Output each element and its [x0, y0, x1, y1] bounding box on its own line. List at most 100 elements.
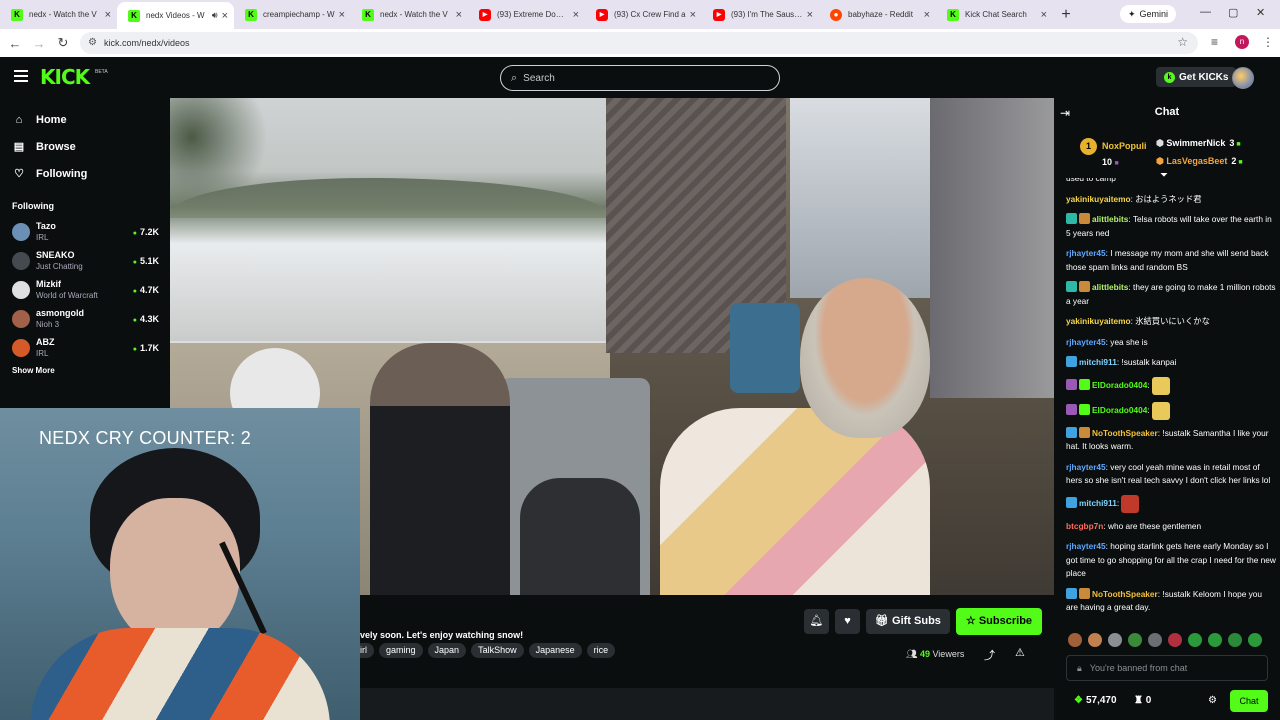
chat-username[interactable]: rjhayter45 — [1066, 248, 1106, 258]
chat-username[interactable]: btcgbp7n — [1066, 521, 1103, 531]
browser-tab[interactable]: Knedx - Watch the V × — [351, 0, 468, 29]
gift-subs-button[interactable]: 🎁︎ Gift Subs — [866, 609, 950, 634]
sidebar-item-browse[interactable]: ▤ Browse — [0, 133, 170, 160]
gemini-button[interactable]: ✦ Gemini — [1120, 5, 1177, 23]
chat-username[interactable]: yakinikuyaitemo — [1066, 194, 1131, 204]
chat-message: alittlebits: Telsa robots will take over… — [1066, 213, 1272, 238]
maximize-button[interactable]: ▢ — [1228, 6, 1238, 19]
browser-tab[interactable]: ▶ (93) Cx Crew Find a × — [585, 0, 702, 29]
leaderboard-first[interactable]: 1 NoxPopuli 10 ■ — [1080, 138, 1147, 171]
followed-channel[interactable]: ABZIRL1.7K — [0, 333, 170, 362]
emote-icon[interactable] — [1168, 633, 1182, 647]
chat-username[interactable]: NoToothSpeaker — [1092, 428, 1158, 438]
emote-icon[interactable] — [1248, 633, 1262, 647]
forward-icon[interactable]: → — [27, 36, 51, 51]
chat-username[interactable]: rjhayter45 — [1066, 337, 1106, 347]
tab-audio-icon[interactable]: 🔊︎ — [212, 10, 218, 21]
emote-icon[interactable] — [1228, 633, 1242, 647]
close-window-button[interactable]: ✕ — [1256, 6, 1265, 19]
chat-input-banned: 🔒︎ You're banned from chat — [1066, 655, 1268, 681]
chat-username[interactable]: NoToothSpeaker — [1092, 589, 1158, 599]
reload-icon[interactable]: ↻ — [51, 35, 75, 51]
close-tab-icon[interactable]: × — [339, 9, 345, 21]
close-tab-icon[interactable]: × — [807, 9, 813, 21]
get-kicks-button[interactable]: k Get KICKs — [1156, 67, 1237, 87]
stream-tag[interactable]: gaming — [379, 643, 423, 658]
close-tab-icon[interactable]: × — [222, 10, 228, 22]
kick-logo[interactable]: KICK — [40, 65, 90, 89]
emote-icon[interactable] — [1128, 633, 1142, 647]
emote-icon[interactable] — [1108, 633, 1122, 647]
browser-tab[interactable]: ▶ (93) Extreme Downh × — [468, 0, 585, 29]
site-info-icon[interactable]: ⚙ — [88, 37, 97, 48]
report-icon[interactable]: ⚠ — [1015, 646, 1025, 659]
chat-badge-icon — [1066, 213, 1077, 224]
browser-tab[interactable]: Knedx Videos - W 🔊︎ × — [117, 2, 234, 29]
stream-tag[interactable]: irl — [360, 643, 374, 658]
tab-list: Knedx - Watch the V × Knedx Videos - W 🔊︎ × K… — [0, 0, 1053, 29]
chat-settings-gear-icon[interactable]: ⚙ — [1208, 695, 1217, 706]
reading-list-icon[interactable]: ≡ — [1211, 35, 1218, 49]
menu-icon[interactable] — [14, 70, 28, 82]
close-tab-icon[interactable]: × — [1041, 9, 1047, 21]
chat-username[interactable]: ElDorado0404 — [1092, 380, 1147, 390]
chat-username[interactable]: rjhayter45 — [1066, 541, 1106, 551]
follow-heart-icon[interactable]: ♥ — [835, 609, 860, 634]
chat-message: NoToothSpeaker: !sustalk Keloom I hope y… — [1066, 587, 1263, 612]
chat-username[interactable]: ElDorado0404 — [1092, 405, 1147, 415]
back-icon[interactable]: ← — [3, 36, 27, 51]
browser-profile-avatar[interactable]: n — [1235, 35, 1249, 49]
minimize-button[interactable]: — — [1200, 6, 1211, 18]
search-input[interactable]: ⌕ Search — [500, 65, 780, 91]
new-tab-button[interactable]: + — [1053, 6, 1079, 24]
browser-tab[interactable]: ● babyhaze - Reddit × — [819, 0, 936, 29]
chat-username[interactable]: mitchi911 — [1079, 357, 1117, 367]
browser-tab[interactable]: ▶ (93) I'm The Sausag × — [702, 0, 819, 29]
chat-username[interactable]: yakinikuyaitemo — [1066, 316, 1131, 326]
browser-menu-icon[interactable]: ⋮ — [1262, 35, 1274, 49]
emote-icon[interactable] — [1148, 633, 1162, 647]
chat-username[interactable]: mitchi911 — [1079, 498, 1117, 508]
url-field[interactable]: ⚙ kick.com/nedx/videos ☆ — [80, 32, 1198, 54]
browser-tab[interactable]: K Kick Chat Search × — [936, 0, 1053, 29]
bookmark-star-icon[interactable]: ☆ — [1177, 35, 1188, 49]
followed-channel[interactable]: SNEAKOJust Chatting5.1K — [0, 246, 170, 275]
emote-icon[interactable] — [1188, 633, 1202, 647]
user-avatar[interactable] — [1232, 67, 1254, 89]
chat-username[interactable]: rjhayter45 — [1066, 462, 1106, 472]
chat-username[interactable]: alittlebits — [1092, 282, 1128, 292]
close-tab-icon[interactable]: × — [690, 9, 696, 21]
leaderboard-medal-icon: ⬢ — [1156, 138, 1167, 148]
stream-tag[interactable]: TalkShow — [471, 643, 524, 658]
chat-username[interactable]: alittlebits — [1092, 214, 1128, 224]
kicks-balance[interactable]: ❖ 57,470 — [1074, 695, 1117, 706]
browser-tab[interactable]: Knedx - Watch the V × — [0, 0, 117, 29]
leaderboard-entry[interactable]: ⬢ SwimmerNick 3 ■ — [1156, 135, 1243, 153]
close-tab-icon[interactable]: × — [456, 9, 462, 21]
sidebar-item-home[interactable]: ⌂ Home — [0, 106, 170, 133]
emote-icon[interactable] — [1208, 633, 1222, 647]
yt-favicon-icon: ▶ — [479, 8, 491, 21]
leaderboard-entry[interactable]: ⬢ LasVegasBeet 2 ■ — [1156, 153, 1243, 171]
share-icon[interactable]: ⤴ — [984, 647, 995, 663]
close-tab-icon[interactable]: × — [573, 9, 579, 21]
stream-tag[interactable]: rice — [586, 643, 616, 658]
sidebar-item-following[interactable]: ♡ Following — [0, 160, 170, 187]
chat-message: used to camp — [1066, 178, 1276, 186]
close-tab-icon[interactable]: × — [924, 9, 930, 21]
close-tab-icon[interactable]: × — [105, 9, 111, 21]
subscribe-button[interactable]: ☆ Subscribe — [955, 608, 1043, 635]
subs-count[interactable]: ♜ 0 — [1134, 695, 1151, 706]
notification-bell-icon[interactable]: 🔔︎ — [804, 609, 829, 634]
avatar — [12, 309, 30, 328]
emote-icon[interactable] — [1068, 633, 1082, 647]
show-more-button[interactable]: Show More — [12, 366, 170, 375]
emote-icon[interactable] — [1088, 633, 1102, 647]
browser-tab[interactable]: Kcreampiechamp - W × — [234, 0, 351, 29]
followed-channel[interactable]: TazoIRL7.2K — [0, 217, 170, 246]
stream-tag[interactable]: Japan — [427, 643, 467, 658]
followed-channel[interactable]: asmongoldNioh 34.3K — [0, 304, 170, 333]
chat-send-button[interactable]: Chat — [1230, 690, 1268, 712]
stream-tag[interactable]: Japanese — [528, 643, 582, 658]
followed-channel[interactable]: MizkifWorld of Warcraft4.7K — [0, 275, 170, 304]
